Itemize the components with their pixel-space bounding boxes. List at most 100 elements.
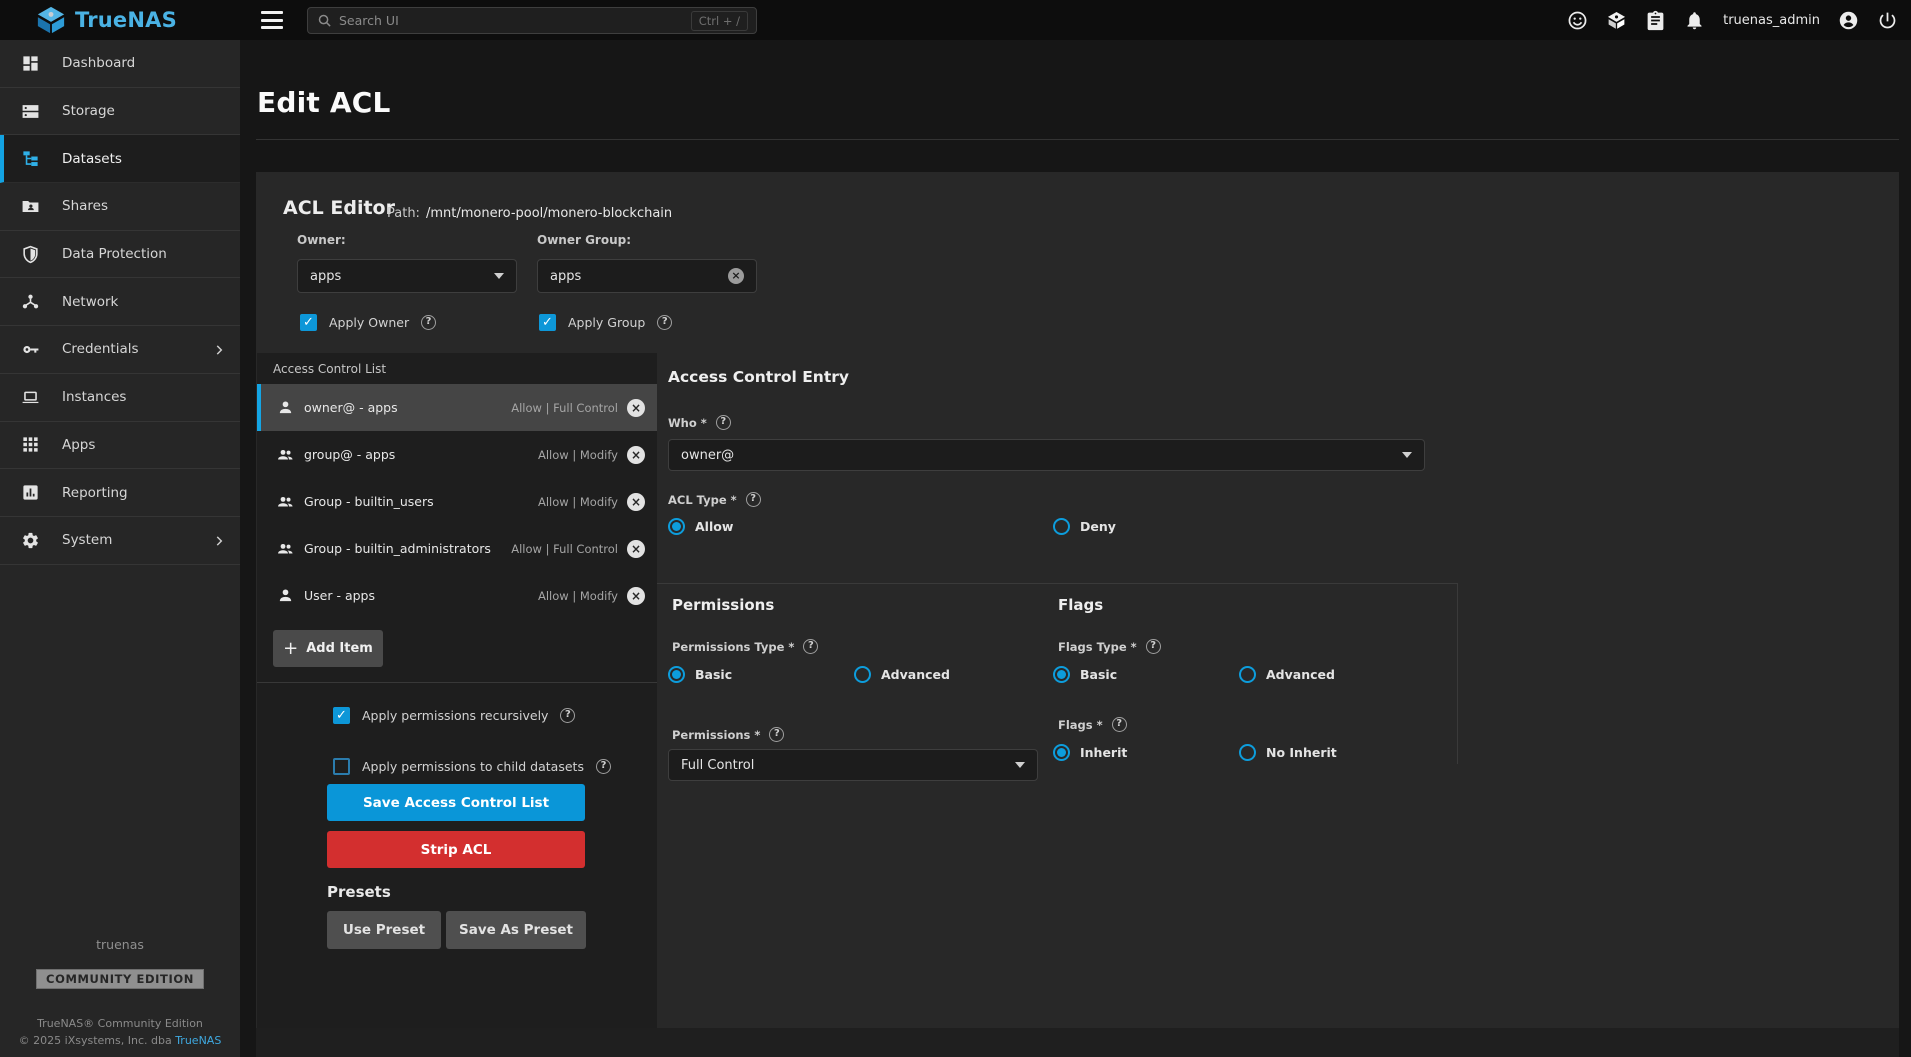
help-icon[interactable]: ? bbox=[716, 415, 731, 430]
sidebar-item-dashboard[interactable]: Dashboard bbox=[0, 40, 240, 88]
acl-entry-list: owner@ - appsAllow | Full Control×group@… bbox=[257, 384, 657, 619]
flags-type-advanced-radio[interactable]: Advanced bbox=[1239, 666, 1335, 683]
help-icon[interactable]: ? bbox=[1146, 639, 1161, 654]
help-icon[interactable]: ? bbox=[1112, 717, 1127, 732]
entry-permission-label: Allow | Full Control bbox=[511, 401, 618, 415]
remove-entry-icon[interactable]: × bbox=[627, 399, 645, 417]
permissions-type-basic-radio[interactable]: Basic bbox=[668, 666, 732, 683]
who-label-row: Who *? bbox=[668, 415, 731, 430]
acl-entry-row-group-builtin-administrators[interactable]: Group - builtin_administratorsAllow | Fu… bbox=[257, 525, 657, 572]
truenas-app: TrueNAS Ctrl + / truenas_admin bbox=[0, 0, 1911, 1057]
apply-group-row[interactable]: Apply Group ? bbox=[539, 314, 672, 331]
child-datasets-row[interactable]: Apply permissions to child datasets ? bbox=[333, 758, 611, 775]
notifications-icon[interactable] bbox=[1684, 10, 1705, 31]
sidebar-nav: DashboardStorageDatasetsSharesData Prote… bbox=[0, 40, 240, 565]
acl-entry-row-owner-apps[interactable]: owner@ - appsAllow | Full Control× bbox=[257, 384, 657, 431]
acl-entry-row-user-apps[interactable]: User - appsAllow | Modify× bbox=[257, 572, 657, 619]
help-icon[interactable]: ? bbox=[657, 315, 672, 330]
sidebar-footer: truenas COMMUNITY EDITION TrueNAS® Commu… bbox=[0, 937, 240, 1047]
footer-edition-text: TrueNAS® Community Edition bbox=[0, 1017, 240, 1030]
storage-icon bbox=[21, 102, 40, 121]
sidebar-item-credentials[interactable]: Credentials bbox=[0, 326, 240, 374]
permissions-type-advanced-radio[interactable]: Advanced bbox=[854, 666, 950, 683]
sidebar-item-instances[interactable]: Instances bbox=[0, 374, 240, 422]
clear-icon[interactable]: × bbox=[728, 268, 744, 284]
footer-truenas-link[interactable]: TrueNAS bbox=[175, 1034, 221, 1047]
acl-entry-row-group-builtin-users[interactable]: Group - builtin_usersAllow | Modify× bbox=[257, 478, 657, 525]
help-icon[interactable]: ? bbox=[560, 708, 575, 723]
entry-permission-label: Allow | Modify bbox=[538, 589, 618, 603]
dataset-path: Path:/mnt/monero-pool/monero-blockchain bbox=[387, 206, 672, 221]
save-acl-button[interactable]: Save Access Control List bbox=[327, 784, 585, 821]
menu-toggle-button[interactable] bbox=[261, 11, 283, 29]
user-icon bbox=[277, 399, 294, 416]
flags-type-basic-radio[interactable]: Basic bbox=[1053, 666, 1117, 683]
child-datasets-checkbox[interactable] bbox=[333, 758, 350, 775]
remove-entry-icon[interactable]: × bbox=[627, 540, 645, 558]
data-protection-icon bbox=[21, 245, 40, 264]
flags-no-inherit-radio[interactable]: No Inherit bbox=[1239, 744, 1337, 761]
plus-icon: + bbox=[283, 640, 298, 658]
owner-group-input[interactable]: apps× bbox=[537, 259, 757, 293]
search-input[interactable] bbox=[339, 13, 691, 28]
recursive-checkbox[interactable] bbox=[333, 707, 350, 724]
user-icon bbox=[277, 587, 294, 604]
sidebar-item-shares[interactable]: Shares bbox=[0, 183, 240, 231]
brand-text: TrueNAS bbox=[75, 8, 177, 32]
remove-entry-icon[interactable]: × bbox=[627, 446, 645, 464]
acl-type-label-row: ACL Type *? bbox=[668, 492, 761, 507]
apply-owner-row[interactable]: Apply Owner ? bbox=[300, 314, 436, 331]
chevron-down-icon bbox=[1402, 452, 1412, 458]
flags-inherit-radio[interactable]: Inherit bbox=[1053, 744, 1127, 761]
help-icon[interactable]: ? bbox=[596, 759, 611, 774]
help-icon[interactable]: ? bbox=[803, 639, 818, 654]
sidebar-item-data-protection[interactable]: Data Protection bbox=[0, 231, 240, 279]
owner-group-label: Owner Group: bbox=[537, 233, 631, 247]
who-select[interactable]: owner@ bbox=[668, 439, 1425, 471]
help-icon[interactable]: ? bbox=[769, 727, 784, 742]
owner-select[interactable]: apps bbox=[297, 259, 517, 293]
apply-owner-checkbox[interactable] bbox=[300, 314, 317, 331]
truenas-logo[interactable]: TrueNAS bbox=[36, 0, 177, 40]
topbar-actions: truenas_admin bbox=[1567, 0, 1898, 40]
truenas-stack-icon[interactable] bbox=[1606, 10, 1627, 31]
sidebar-item-system[interactable]: System bbox=[0, 517, 240, 565]
acl-editor-card: ACL Editor Path:/mnt/monero-pool/monero-… bbox=[256, 172, 1899, 1057]
global-search[interactable]: Ctrl + / bbox=[307, 7, 757, 34]
entry-permission-label: Allow | Full Control bbox=[511, 542, 618, 556]
use-preset-button[interactable]: Use Preset bbox=[327, 911, 441, 949]
account-icon[interactable] bbox=[1838, 10, 1859, 31]
permissions-label-row: Permissions *? bbox=[672, 727, 784, 742]
flags-type-label-row: Flags Type *? bbox=[1058, 639, 1161, 654]
acl-entry-row-group-apps[interactable]: group@ - appsAllow | Modify× bbox=[257, 431, 657, 478]
acl-type-deny-radio[interactable]: Deny bbox=[1053, 518, 1116, 535]
apply-group-label: Apply Group bbox=[568, 315, 645, 330]
sidebar-item-reporting[interactable]: Reporting bbox=[0, 469, 240, 517]
sidebar-item-network[interactable]: Network bbox=[0, 278, 240, 326]
sidebar-item-datasets[interactable]: Datasets bbox=[0, 135, 240, 183]
power-icon[interactable] bbox=[1877, 10, 1898, 31]
apply-group-checkbox[interactable] bbox=[539, 314, 556, 331]
search-shortcut-hint: Ctrl + / bbox=[691, 11, 748, 31]
remove-entry-icon[interactable]: × bbox=[627, 493, 645, 511]
permissions-select[interactable]: Full Control bbox=[668, 749, 1038, 781]
sidebar-item-storage[interactable]: Storage bbox=[0, 88, 240, 136]
recursive-row[interactable]: Apply permissions recursively ? bbox=[333, 707, 575, 724]
add-item-button[interactable]: + Add Item bbox=[273, 630, 383, 667]
flags-heading: Flags bbox=[1058, 596, 1103, 614]
remove-entry-icon[interactable]: × bbox=[627, 587, 645, 605]
entry-permission-label: Allow | Modify bbox=[538, 448, 618, 462]
help-icon[interactable]: ? bbox=[746, 492, 761, 507]
system-icon bbox=[21, 531, 40, 550]
help-icon[interactable]: ? bbox=[421, 315, 436, 330]
group-icon bbox=[277, 446, 294, 463]
footer-copyright: © 2025 iXsystems, Inc. dba TrueNAS bbox=[0, 1034, 240, 1047]
strip-acl-button[interactable]: Strip ACL bbox=[327, 831, 585, 868]
acl-type-allow-radio[interactable]: Allow bbox=[668, 518, 733, 535]
group-icon bbox=[277, 493, 294, 510]
save-as-preset-button[interactable]: Save As Preset bbox=[446, 911, 586, 949]
jobs-icon[interactable] bbox=[1645, 10, 1666, 31]
sidebar-item-apps[interactable]: Apps bbox=[0, 422, 240, 470]
title-divider bbox=[256, 139, 1899, 140]
feedback-icon[interactable] bbox=[1567, 10, 1588, 31]
